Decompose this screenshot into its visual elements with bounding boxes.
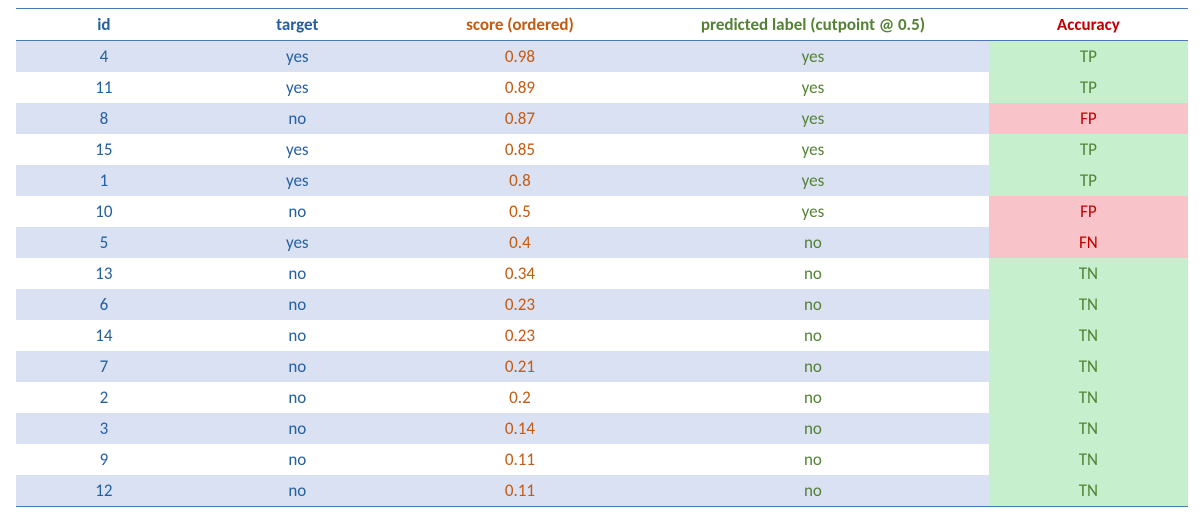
cell-predicted: no <box>637 258 989 289</box>
cell-accuracy: FP <box>989 103 1188 134</box>
classification-table: id target score (ordered) predicted labe… <box>16 8 1188 507</box>
cell-score: 0.21 <box>403 351 637 382</box>
cell-accuracy: TN <box>989 320 1188 351</box>
header-target: target <box>192 9 403 41</box>
table-row: 11yes0.89yesTP <box>16 72 1188 103</box>
table-row: 2no0.2noTN <box>16 382 1188 413</box>
table-row: 8no0.87yesFP <box>16 103 1188 134</box>
cell-score: 0.89 <box>403 72 637 103</box>
cell-accuracy: TP <box>989 41 1188 73</box>
cell-predicted: no <box>637 351 989 382</box>
cell-predicted: no <box>637 320 989 351</box>
cell-accuracy: TN <box>989 413 1188 444</box>
cell-target: yes <box>192 227 403 258</box>
table-row: 12no0.11noTN <box>16 475 1188 507</box>
cell-id: 8 <box>16 103 192 134</box>
cell-id: 2 <box>16 382 192 413</box>
cell-id: 7 <box>16 351 192 382</box>
header-score: score (ordered) <box>403 9 637 41</box>
cell-score: 0.4 <box>403 227 637 258</box>
cell-id: 3 <box>16 413 192 444</box>
cell-id: 13 <box>16 258 192 289</box>
cell-target: no <box>192 475 403 507</box>
cell-predicted: yes <box>637 103 989 134</box>
cell-score: 0.2 <box>403 382 637 413</box>
cell-target: no <box>192 289 403 320</box>
cell-accuracy: TN <box>989 351 1188 382</box>
cell-target: yes <box>192 72 403 103</box>
table-row: 5yes0.4noFN <box>16 227 1188 258</box>
cell-target: yes <box>192 165 403 196</box>
cell-target: no <box>192 382 403 413</box>
cell-accuracy: TN <box>989 289 1188 320</box>
table-row: 1yes0.8yesTP <box>16 165 1188 196</box>
table-row: 15yes0.85yesTP <box>16 134 1188 165</box>
cell-score: 0.8 <box>403 165 637 196</box>
cell-target: yes <box>192 41 403 73</box>
cell-target: no <box>192 320 403 351</box>
table-row: 14no0.23noTN <box>16 320 1188 351</box>
cell-score: 0.23 <box>403 320 637 351</box>
header-id: id <box>16 9 192 41</box>
cell-id: 4 <box>16 41 192 73</box>
header-predicted: predicted label (cutpoint @ 0.5) <box>637 9 989 41</box>
cell-accuracy: TN <box>989 475 1188 507</box>
cell-predicted: no <box>637 382 989 413</box>
table-row: 9no0.11noTN <box>16 444 1188 475</box>
cell-predicted: no <box>637 227 989 258</box>
cell-accuracy: TP <box>989 72 1188 103</box>
cell-accuracy: FN <box>989 227 1188 258</box>
cell-score: 0.85 <box>403 134 637 165</box>
cell-id: 14 <box>16 320 192 351</box>
cell-id: 11 <box>16 72 192 103</box>
cell-predicted: yes <box>637 134 989 165</box>
table-body: 4yes0.98yesTP11yes0.89yesTP8no0.87yesFP1… <box>16 41 1188 507</box>
cell-score: 0.23 <box>403 289 637 320</box>
cell-accuracy: TN <box>989 382 1188 413</box>
cell-predicted: yes <box>637 165 989 196</box>
cell-score: 0.5 <box>403 196 637 227</box>
cell-id: 5 <box>16 227 192 258</box>
cell-target: no <box>192 258 403 289</box>
cell-target: no <box>192 351 403 382</box>
cell-target: yes <box>192 134 403 165</box>
cell-id: 12 <box>16 475 192 507</box>
cell-score: 0.98 <box>403 41 637 73</box>
cell-predicted: no <box>637 444 989 475</box>
cell-score: 0.11 <box>403 475 637 507</box>
cell-predicted: yes <box>637 196 989 227</box>
cell-target: no <box>192 413 403 444</box>
cell-id: 10 <box>16 196 192 227</box>
cell-predicted: no <box>637 289 989 320</box>
cell-score: 0.11 <box>403 444 637 475</box>
cell-accuracy: TN <box>989 258 1188 289</box>
cell-accuracy: TP <box>989 134 1188 165</box>
cell-id: 6 <box>16 289 192 320</box>
cell-id: 9 <box>16 444 192 475</box>
header-row: id target score (ordered) predicted labe… <box>16 9 1188 41</box>
cell-id: 1 <box>16 165 192 196</box>
cell-predicted: yes <box>637 72 989 103</box>
cell-accuracy: FP <box>989 196 1188 227</box>
cell-predicted: yes <box>637 41 989 73</box>
cell-score: 0.87 <box>403 103 637 134</box>
cell-score: 0.14 <box>403 413 637 444</box>
table-row: 13no0.34noTN <box>16 258 1188 289</box>
cell-predicted: no <box>637 413 989 444</box>
cell-accuracy: TP <box>989 165 1188 196</box>
cell-score: 0.34 <box>403 258 637 289</box>
cell-target: no <box>192 196 403 227</box>
header-accuracy: Accuracy <box>989 9 1188 41</box>
cell-id: 15 <box>16 134 192 165</box>
table-row: 6no0.23noTN <box>16 289 1188 320</box>
cell-target: no <box>192 444 403 475</box>
table-row: 10no0.5yesFP <box>16 196 1188 227</box>
table-row: 7no0.21noTN <box>16 351 1188 382</box>
cell-accuracy: TN <box>989 444 1188 475</box>
table-row: 4yes0.98yesTP <box>16 41 1188 73</box>
cell-target: no <box>192 103 403 134</box>
cell-predicted: no <box>637 475 989 507</box>
table-row: 3no0.14noTN <box>16 413 1188 444</box>
